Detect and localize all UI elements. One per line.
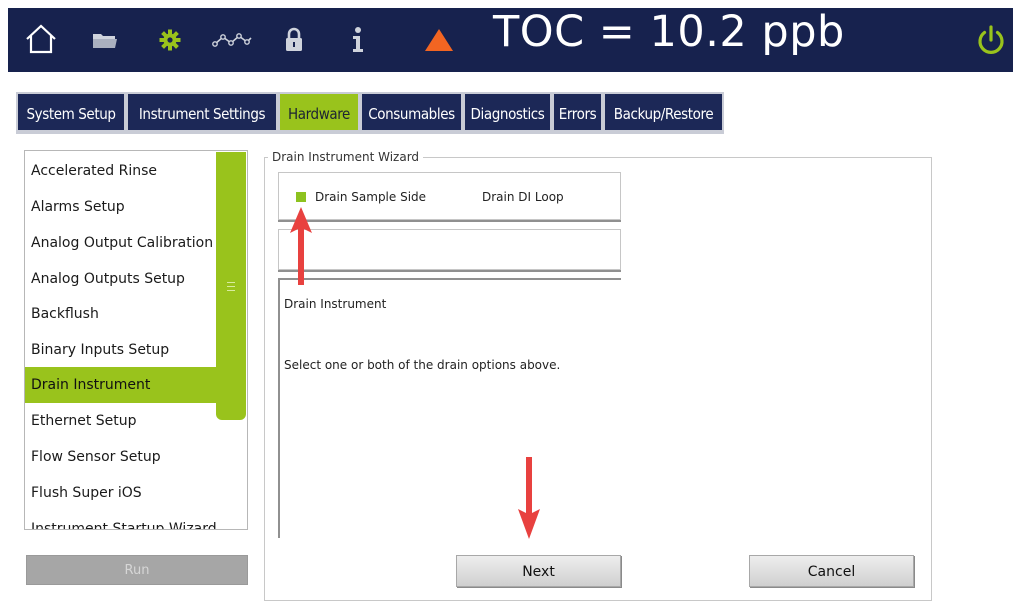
tab-system-setup[interactable]: System Setup: [16, 92, 126, 132]
option-indicator-icon: [296, 192, 306, 202]
menu-item-flush-super-ios[interactable]: Flush Super iOS: [25, 475, 246, 511]
tab-hardware[interactable]: Hardware: [278, 92, 360, 132]
menu-item-flow-sensor-setup[interactable]: Flow Sensor Setup: [25, 439, 246, 475]
hardware-menu-list[interactable]: Accelerated Rinse Alarms Setup Analog Ou…: [24, 150, 248, 530]
folder-icon[interactable]: [92, 30, 118, 50]
option-drain-sample-side[interactable]: Drain Sample Side: [315, 190, 426, 204]
info-text: Select one or both of the drain options …: [284, 358, 561, 372]
arrow-up-icon: [290, 207, 312, 285]
wizard-empty-panel: [278, 229, 621, 270]
next-button[interactable]: Next: [456, 555, 621, 587]
tab-errors[interactable]: Errors: [552, 92, 603, 132]
arrow-down-icon: [518, 457, 540, 539]
graph-icon[interactable]: [212, 31, 254, 49]
tab-instrument-settings[interactable]: Instrument Settings: [126, 92, 278, 132]
cancel-button[interactable]: Cancel: [749, 555, 914, 587]
menu-item-accelerated-rinse[interactable]: Accelerated Rinse: [25, 153, 246, 189]
run-button[interactable]: Run: [26, 555, 248, 585]
wizard-info-panel: [278, 278, 621, 538]
option-drain-di-loop[interactable]: Drain DI Loop: [482, 190, 564, 204]
lock-icon[interactable]: [284, 27, 304, 53]
home-icon[interactable]: [24, 22, 58, 56]
menu-item-alarms-setup[interactable]: Alarms Setup: [25, 189, 246, 225]
toc-reading: TOC = 10.2 ppb: [493, 7, 845, 57]
tab-underline: [16, 132, 724, 134]
tab-consumables[interactable]: Consumables: [360, 92, 463, 132]
menu-item-analog-output-calibration[interactable]: Analog Output Calibration: [25, 225, 246, 261]
menu-item-drain-instrument[interactable]: Drain Instrument: [25, 367, 246, 403]
menu-item-backflush[interactable]: Backflush: [25, 296, 246, 332]
menu-item-binary-inputs-setup[interactable]: Binary Inputs Setup: [25, 332, 246, 368]
power-icon[interactable]: [975, 24, 1007, 56]
info-title: Drain Instrument: [284, 297, 387, 311]
warning-icon[interactable]: [424, 28, 454, 52]
gear-icon[interactable]: [159, 29, 181, 51]
tab-backup-restore[interactable]: Backup/Restore: [603, 92, 724, 132]
menu-item-ethernet-setup[interactable]: Ethernet Setup: [25, 403, 246, 439]
menu-item-instrument-startup-wizard[interactable]: Instrument Startup Wizard: [25, 511, 246, 529]
menu-item-analog-outputs-setup[interactable]: Analog Outputs Setup: [25, 261, 246, 297]
info-icon[interactable]: [350, 26, 366, 54]
group-title: Drain Instrument Wizard: [268, 150, 424, 164]
tab-diagnostics[interactable]: Diagnostics: [463, 92, 552, 132]
